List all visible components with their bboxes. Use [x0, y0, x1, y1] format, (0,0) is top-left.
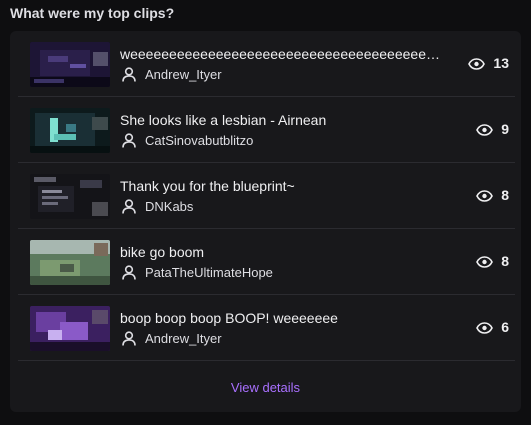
eye-icon: [468, 57, 486, 70]
clip-thumbnail[interactable]: [30, 108, 110, 153]
view-details-link[interactable]: View details: [231, 380, 300, 395]
clip-view-count: 8: [501, 187, 509, 203]
clip-views: 9: [476, 121, 509, 137]
card-footer: View details: [10, 362, 521, 412]
user-icon: [122, 265, 136, 280]
clip-author-name: DNKabs: [145, 199, 194, 214]
user-icon: [122, 199, 136, 214]
clip-author-name: PataTheUltimateHope: [145, 265, 273, 280]
clip-views: 8: [476, 253, 509, 269]
eye-icon: [476, 189, 494, 202]
clip-views: 8: [476, 187, 509, 203]
clip-thumbnail[interactable]: [30, 42, 110, 87]
clip-views: 13: [468, 55, 509, 71]
clip-row[interactable]: bike go boom PataTheUltimateHope 8: [18, 229, 515, 295]
eye-icon: [476, 255, 494, 268]
clip-row[interactable]: Thank you for the blueprint~ DNKabs 8: [18, 163, 515, 229]
top-clips-card: weeeeeeeeeeeeeeeeeeeeeeeeeeeeeeeeeeeeeee…: [10, 31, 521, 412]
clip-row[interactable]: She looks like a lesbian - Airnean CatSi…: [18, 97, 515, 163]
clip-thumbnail[interactable]: [30, 174, 110, 219]
clip-title[interactable]: bike go boom: [120, 244, 440, 260]
clip-author: PataTheUltimateHope: [122, 265, 273, 280]
eye-icon: [476, 123, 494, 136]
user-icon: [122, 67, 136, 82]
clip-author: DNKabs: [122, 199, 193, 214]
clip-author-name: CatSinovabutblitzo: [145, 133, 254, 148]
clip-author: CatSinovabutblitzo: [122, 133, 253, 148]
user-icon: [122, 331, 136, 346]
clip-title[interactable]: She looks like a lesbian - Airnean: [120, 112, 440, 128]
clip-row[interactable]: weeeeeeeeeeeeeeeeeeeeeeeeeeeeeeeeeeeeeee…: [18, 31, 515, 97]
clip-thumbnail[interactable]: [30, 240, 110, 285]
clip-title[interactable]: boop boop boop BOOP! weeeeeee: [120, 310, 440, 326]
clip-view-count: 13: [493, 55, 509, 71]
clip-author-name: Andrew_Ityer: [145, 67, 222, 82]
clip-author-name: Andrew_Ityer: [145, 331, 222, 346]
clip-title[interactable]: weeeeeeeeeeeeeeeeeeeeeeeeeeeeeeeeeeeeeee…: [120, 46, 440, 62]
clip-view-count: 9: [501, 121, 509, 137]
clip-view-count: 8: [501, 253, 509, 269]
clip-author: Andrew_Ityer: [122, 67, 222, 82]
section-title: What were my top clips?: [10, 5, 175, 21]
clip-thumbnail[interactable]: [30, 306, 110, 351]
clips-list: weeeeeeeeeeeeeeeeeeeeeeeeeeeeeeeeeeeeeee…: [18, 31, 515, 361]
clip-title[interactable]: Thank you for the blueprint~: [120, 178, 440, 194]
clip-row[interactable]: boop boop boop BOOP! weeeeeee Andrew_Ity…: [18, 295, 515, 361]
clip-views: 6: [476, 319, 509, 335]
clip-author: Andrew_Ityer: [122, 331, 222, 346]
clip-view-count: 6: [501, 319, 509, 335]
user-icon: [122, 133, 136, 148]
eye-icon: [476, 321, 494, 334]
